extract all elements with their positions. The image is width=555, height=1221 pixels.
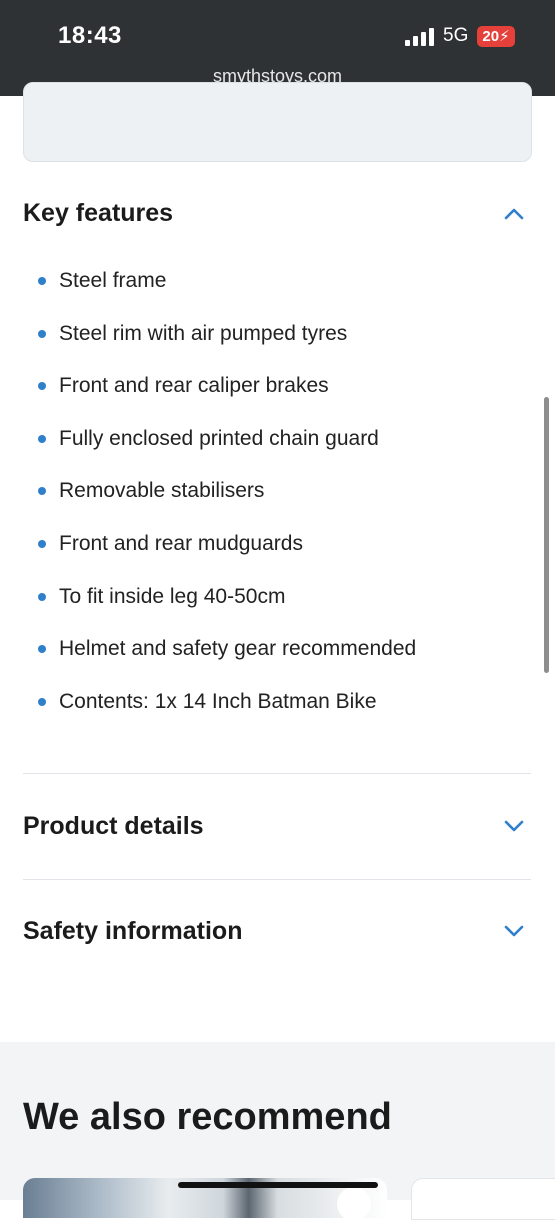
- bullet-icon: [38, 645, 46, 653]
- list-item: Steel frame: [38, 266, 166, 296]
- feature-text: Contents: 1x 14 Inch Batman Bike: [59, 690, 377, 713]
- product-details-title[interactable]: Product details: [23, 812, 204, 841]
- chevron-up-icon[interactable]: [503, 207, 525, 221]
- key-features-title[interactable]: Key features: [23, 199, 173, 228]
- list-item: Steel rim with air pumped tyres: [38, 319, 347, 349]
- bullet-icon: [38, 487, 46, 495]
- list-item: Contents: 1x 14 Inch Batman Bike: [38, 687, 377, 717]
- section-divider: [23, 879, 531, 880]
- list-item: Front and rear mudguards: [38, 529, 303, 559]
- feature-text: Front and rear caliper brakes: [59, 374, 329, 397]
- recommend-title: We also recommend: [23, 1096, 392, 1138]
- charging-bolt-icon: ⚡: [499, 28, 510, 45]
- bullet-icon: [38, 277, 46, 285]
- chevron-down-icon[interactable]: [503, 819, 525, 833]
- list-item: Removable stabilisers: [38, 476, 264, 506]
- network-label: 5G: [443, 25, 469, 46]
- product-image-panel: [23, 82, 532, 162]
- status-time: 18:43: [58, 22, 122, 49]
- chevron-down-icon[interactable]: [503, 924, 525, 938]
- bullet-icon: [38, 382, 46, 390]
- feature-text: Steel frame: [59, 269, 167, 292]
- list-item: Fully enclosed printed chain guard: [38, 424, 379, 454]
- feature-text: Fully enclosed printed chain guard: [59, 427, 379, 450]
- list-item: Front and rear caliper brakes: [38, 371, 329, 401]
- feature-text: Front and rear mudguards: [59, 532, 303, 555]
- favourite-heart-icon[interactable]: [337, 1187, 371, 1221]
- feature-text: To fit inside leg 40-50cm: [59, 585, 286, 608]
- section-divider: [23, 773, 531, 774]
- safety-information-title[interactable]: Safety information: [23, 917, 242, 946]
- recommend-section: We also recommend: [0, 1042, 555, 1221]
- battery-level: 20: [482, 28, 500, 45]
- feature-text: Steel rim with air pumped tyres: [59, 322, 348, 345]
- home-indicator[interactable]: [178, 1182, 378, 1188]
- bullet-icon: [38, 593, 46, 601]
- bullet-icon: [38, 435, 46, 443]
- list-item: Helmet and safety gear recommended: [38, 634, 416, 664]
- feature-text: Helmet and safety gear recommended: [59, 637, 417, 660]
- recommended-product-card[interactable]: [411, 1178, 555, 1220]
- battery-icon: 20⚡: [477, 26, 515, 47]
- scrollbar[interactable]: [544, 397, 549, 673]
- bullet-icon: [38, 540, 46, 548]
- list-item: To fit inside leg 40-50cm: [38, 582, 285, 612]
- bullet-icon: [38, 698, 46, 706]
- bullet-icon: [38, 330, 46, 338]
- feature-text: Removable stabilisers: [59, 479, 265, 502]
- signal-icon: [405, 28, 434, 46]
